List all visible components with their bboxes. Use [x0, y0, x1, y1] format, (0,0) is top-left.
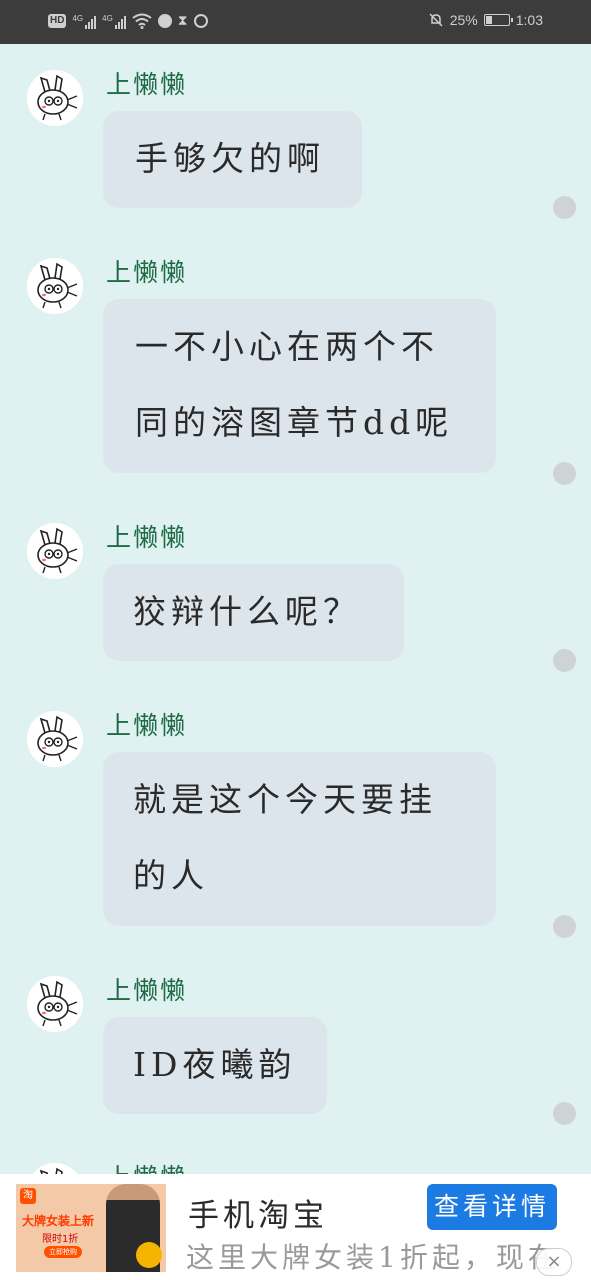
ad-image[interactable]: 淘 大牌女装上新 限时1折 立即抢购	[16, 1184, 166, 1272]
sync-icon	[193, 13, 208, 28]
battery-percent: 25%	[449, 12, 478, 28]
clock: 1:03	[515, 12, 543, 28]
message-text: 狡辩什么呢？	[133, 592, 361, 631]
message-text: 的人	[133, 856, 209, 895]
status-right: 25% 1:03	[428, 12, 543, 28]
chat-message: 上懒懒 ID夜曦韵	[0, 976, 591, 1146]
message-text: 就是这个今天要挂	[133, 780, 437, 819]
avatar[interactable]	[27, 976, 83, 1032]
sender-name: 上懒懒	[106, 70, 188, 99]
read-status-indicator	[553, 649, 576, 672]
message-bubble[interactable]: 狡辩什么呢？	[103, 564, 404, 661]
message-bubble[interactable]: 就是这个今天要挂 的人	[103, 752, 496, 926]
signal-icon-2: 4G	[102, 13, 126, 29]
message-bubble[interactable]: 一不小心在两个不 同的溶图章节dd呢	[103, 299, 496, 473]
rabbit-avatar-icon	[27, 976, 83, 1032]
rabbit-avatar-icon	[27, 711, 83, 767]
chat-message: 上懒懒 手够欠的啊	[0, 70, 591, 240]
avatar[interactable]	[27, 1163, 83, 1174]
read-status-indicator	[553, 1102, 576, 1125]
read-status-indicator	[553, 462, 576, 485]
sunflower-decoration	[136, 1242, 162, 1268]
sender-name: 上懒懒	[106, 258, 188, 287]
chat-message: 上懒懒 就是这个今天要挂 的人	[0, 711, 591, 941]
ad-subtitle: 这里大牌女装1折起，现在	[186, 1241, 556, 1274]
message-text: 一不小心在两个不	[135, 327, 439, 366]
ad-image-headline: 大牌女装上新	[22, 1214, 95, 1228]
sender-name: 上懒懒	[106, 976, 188, 1005]
globe-icon	[157, 13, 172, 28]
read-status-indicator	[553, 915, 576, 938]
chat-message: 上懒懒 一不小心在两个不 同的溶图章节dd呢	[0, 258, 591, 488]
message-text: 手够欠的啊	[135, 139, 325, 178]
wifi-icon	[132, 13, 152, 29]
rabbit-avatar-icon	[27, 1163, 83, 1174]
mute-icon	[429, 13, 443, 27]
message-text: 同的溶图章节dd呢	[135, 403, 454, 442]
hourglass-icon: ⧗	[177, 12, 188, 28]
avatar[interactable]	[27, 523, 83, 579]
signal-icon: 4G	[72, 13, 97, 29]
ad-title: 手机淘宝	[188, 1198, 328, 1234]
avatar[interactable]	[27, 258, 83, 314]
status-left: HD 4G 4G ⧗	[48, 12, 208, 29]
chat-message: 上懒懒 狡辩什么呢？	[0, 523, 591, 693]
status-bar: HD 4G 4G ⧗ 25% 1:03	[0, 0, 591, 44]
ad-image-discount: 限时1折	[42, 1234, 79, 1245]
view-details-button[interactable]: 查看详情	[427, 1184, 557, 1230]
message-text: ID夜曦韵	[133, 1045, 297, 1084]
sender-name: 上懒懒	[106, 711, 188, 740]
taobao-logo-icon: 淘	[20, 1188, 36, 1204]
ad-banner[interactable]: 淘 大牌女装上新 限时1折 立即抢购 手机淘宝 这里大牌女装1折起，现在 查看详…	[0, 1174, 591, 1280]
battery-icon	[483, 14, 513, 26]
rabbit-avatar-icon	[27, 70, 83, 126]
chat-list[interactable]: 上懒懒 手够欠的啊 上懒懒 一不小心在两个不 同的溶图章节dd呢 上懒懒 狡辩什…	[0, 44, 591, 1174]
rabbit-avatar-icon	[27, 258, 83, 314]
sender-name: 上懒懒	[106, 523, 188, 552]
hd-badge: HD	[48, 13, 67, 28]
sender-name: 上懒懒	[106, 1163, 187, 1174]
chat-message: 上懒懒	[0, 1163, 591, 1174]
message-bubble[interactable]: ID夜曦韵	[103, 1017, 327, 1114]
read-status-indicator	[553, 196, 576, 219]
avatar[interactable]	[27, 70, 83, 126]
ad-image-button: 立即抢购	[44, 1246, 82, 1258]
message-bubble[interactable]: 手够欠的啊	[103, 111, 362, 208]
rabbit-avatar-icon	[27, 523, 83, 579]
close-icon[interactable]: ×	[536, 1248, 572, 1276]
avatar[interactable]	[27, 711, 83, 767]
